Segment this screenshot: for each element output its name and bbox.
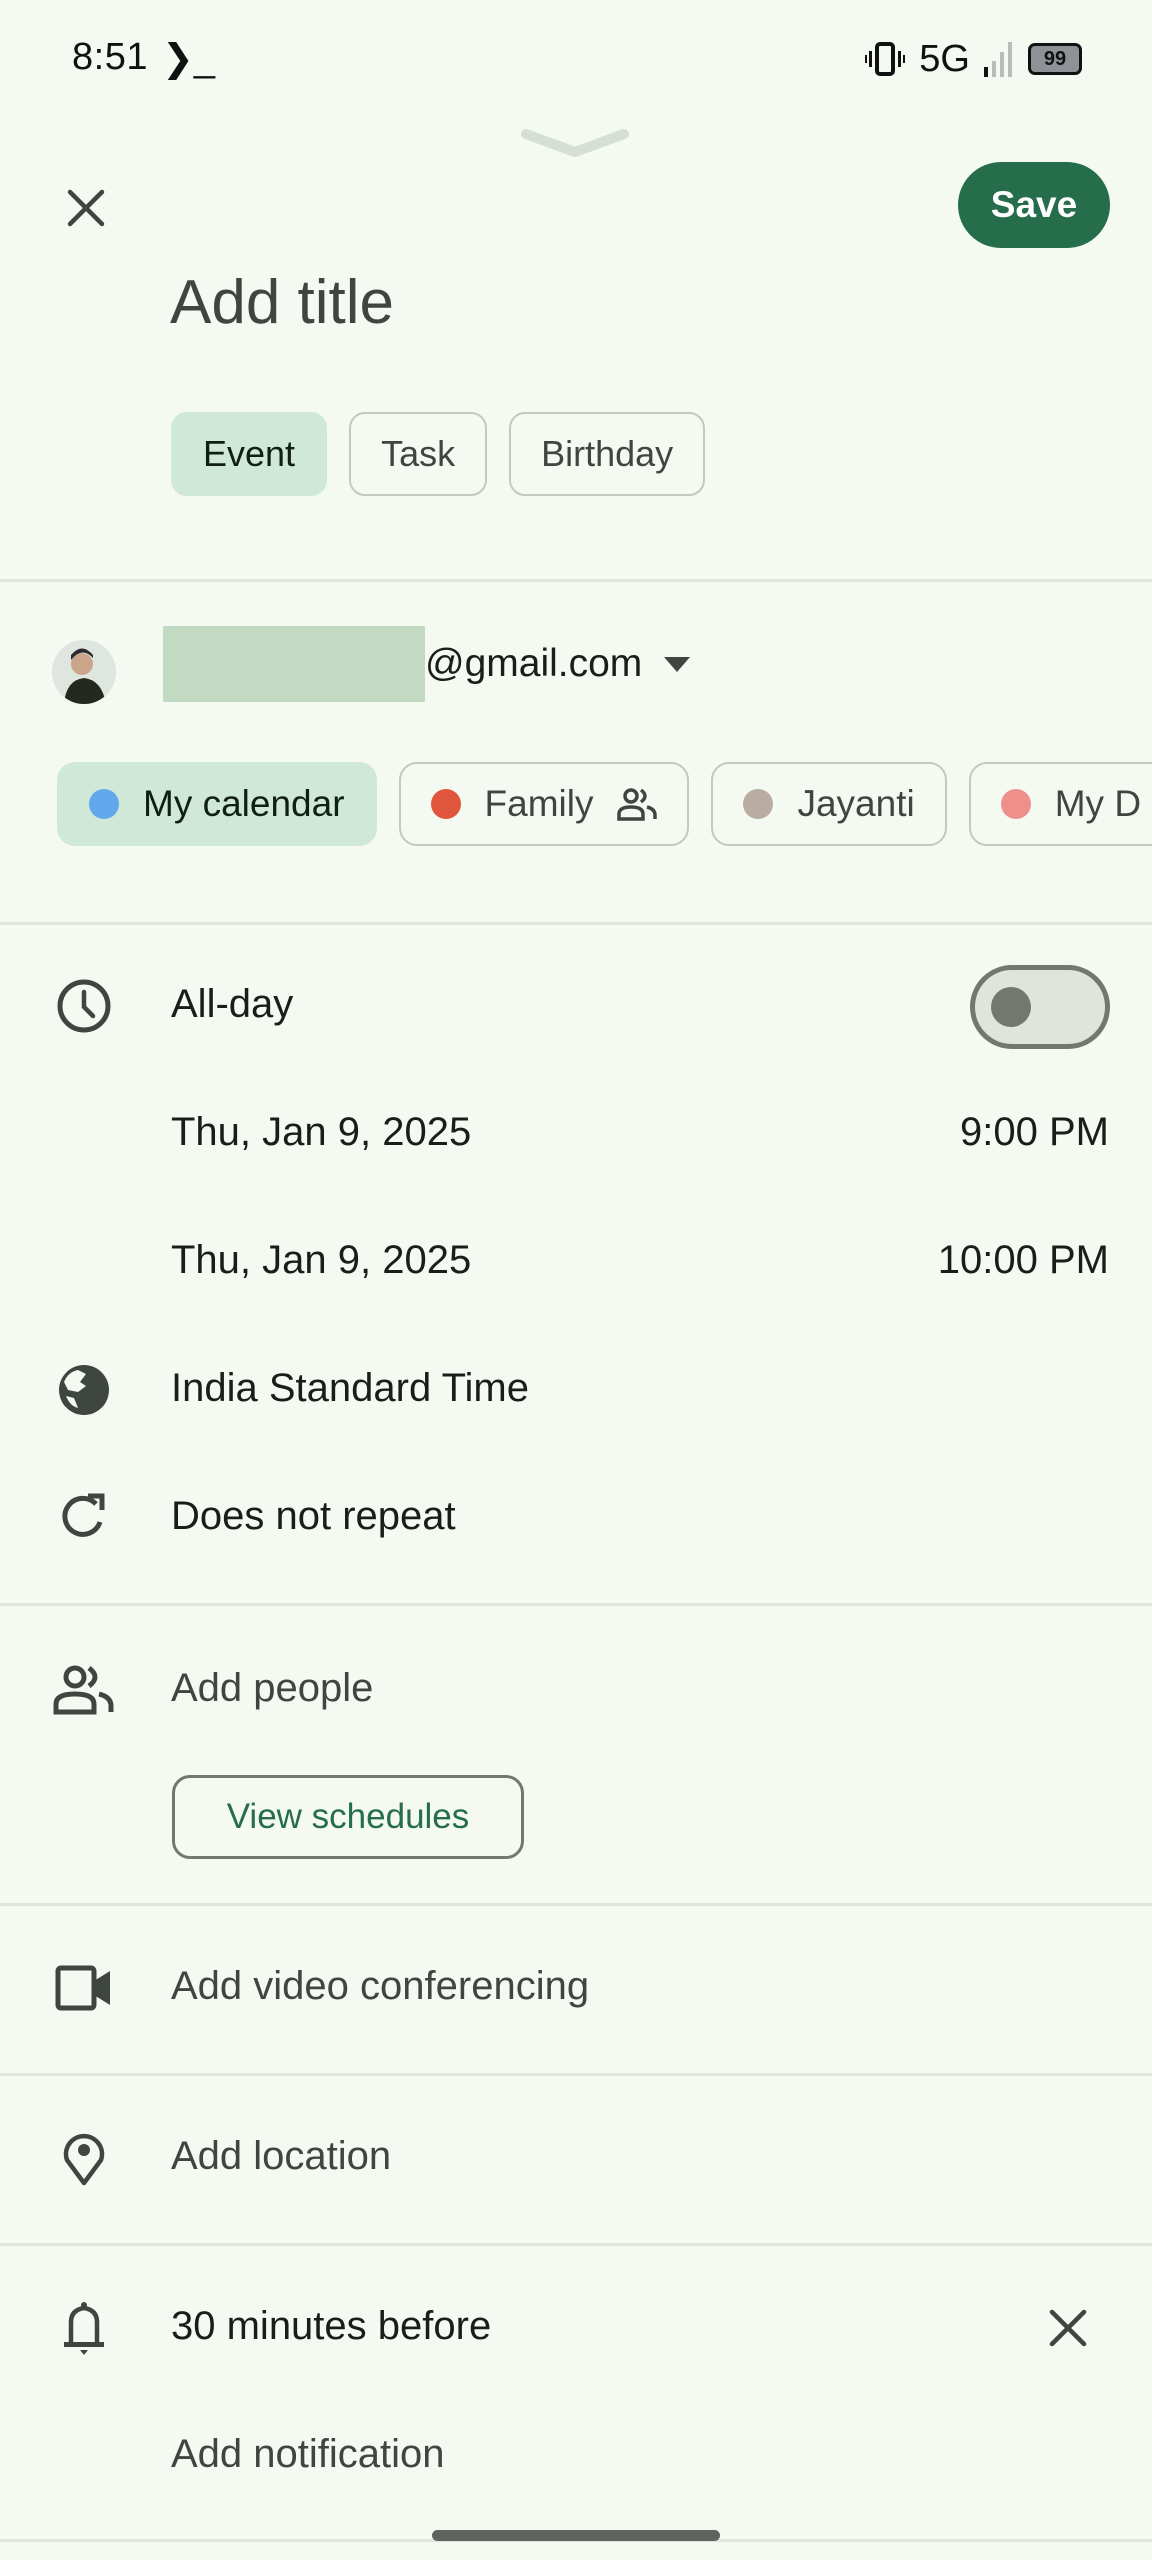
calendar-chip-label: Family	[484, 783, 594, 824]
status-time: 8:51	[72, 36, 148, 78]
timezone[interactable]: India Standard Time	[171, 1366, 529, 1411]
signal-icon	[984, 42, 1012, 77]
start-time[interactable]: 9:00 PM	[960, 1110, 1109, 1155]
terminal-icon: ❯_	[162, 38, 215, 80]
event-type-chips: Event Task Birthday	[171, 412, 706, 496]
calendar-color-dot	[1000, 789, 1031, 819]
calendar-chip-label: My calendar	[143, 783, 345, 824]
divider	[0, 2243, 1152, 2246]
divider	[0, 579, 1152, 582]
close-icon	[67, 189, 105, 227]
calendar-chip-my-d[interactable]: My D	[968, 762, 1152, 846]
end-date[interactable]: Thu, Jan 9, 2025	[171, 1238, 471, 1283]
people-icon	[52, 1658, 116, 1722]
clock-icon	[52, 974, 116, 1038]
add-video-conferencing[interactable]: Add video conferencing	[171, 1964, 589, 2009]
all-day-label: All-day	[171, 982, 294, 1026]
add-notification[interactable]: Add notification	[171, 2432, 445, 2477]
divider	[0, 1903, 1152, 1906]
repeat-icon	[52, 1486, 116, 1550]
notification-item[interactable]: 30 minutes before	[171, 2304, 491, 2349]
repeat-setting[interactable]: Does not repeat	[171, 1494, 456, 1539]
calendar-chip-label: My D	[1054, 783, 1142, 824]
divider	[0, 922, 1152, 925]
view-schedules-button[interactable]: View schedules	[172, 1775, 524, 1859]
account-email-domain: @gmail.com	[425, 642, 643, 685]
end-time[interactable]: 10:00 PM	[938, 1238, 1109, 1283]
add-location[interactable]: Add location	[171, 2134, 391, 2179]
avatar	[52, 640, 116, 704]
calendar-chip-my-calendar[interactable]: My calendar	[57, 762, 377, 846]
calendar-chip-family[interactable]: Family	[398, 762, 690, 846]
all-day-toggle[interactable]	[970, 965, 1110, 1049]
redacted-email-local	[163, 626, 425, 702]
calendar-color-dot	[430, 789, 461, 819]
status-icons: 5G 99	[865, 36, 1082, 82]
account-selector[interactable]: @gmail.com	[163, 626, 691, 702]
chip-event[interactable]: Event	[171, 412, 328, 496]
battery-icon: 99	[1028, 43, 1082, 75]
network-type: 5G	[919, 37, 970, 80]
collapse-handle-icon[interactable]	[520, 128, 630, 158]
title-input[interactable]	[170, 258, 970, 346]
close-button[interactable]	[54, 176, 118, 240]
shared-people-icon	[617, 788, 658, 821]
calendar-chips: My calendar Family Jayanti My D	[57, 762, 1152, 846]
location-pin-icon	[52, 2126, 116, 2190]
divider	[0, 2073, 1152, 2076]
toggle-knob	[991, 987, 1031, 1027]
calendar-color-dot	[743, 789, 774, 819]
save-button[interactable]: Save	[958, 162, 1110, 248]
chip-birthday[interactable]: Birthday	[509, 412, 706, 496]
vibrate-icon	[865, 42, 906, 76]
close-icon	[1049, 2309, 1087, 2347]
globe-icon	[52, 1358, 116, 1422]
remove-notification-button[interactable]	[1036, 2296, 1100, 2360]
calendar-color-dot	[89, 789, 119, 819]
calendar-chip-label: Jayanti	[797, 783, 915, 824]
chip-task[interactable]: Task	[349, 412, 488, 496]
add-people[interactable]: Add people	[171, 1666, 373, 1711]
calendar-chip-jayanti[interactable]: Jayanti	[711, 762, 947, 846]
divider	[0, 1603, 1152, 1606]
video-camera-icon	[52, 1956, 116, 2020]
start-date[interactable]: Thu, Jan 9, 2025	[171, 1110, 471, 1155]
bell-icon	[52, 2296, 116, 2360]
home-indicator[interactable]	[432, 2530, 720, 2541]
dropdown-arrow-icon	[664, 656, 691, 672]
